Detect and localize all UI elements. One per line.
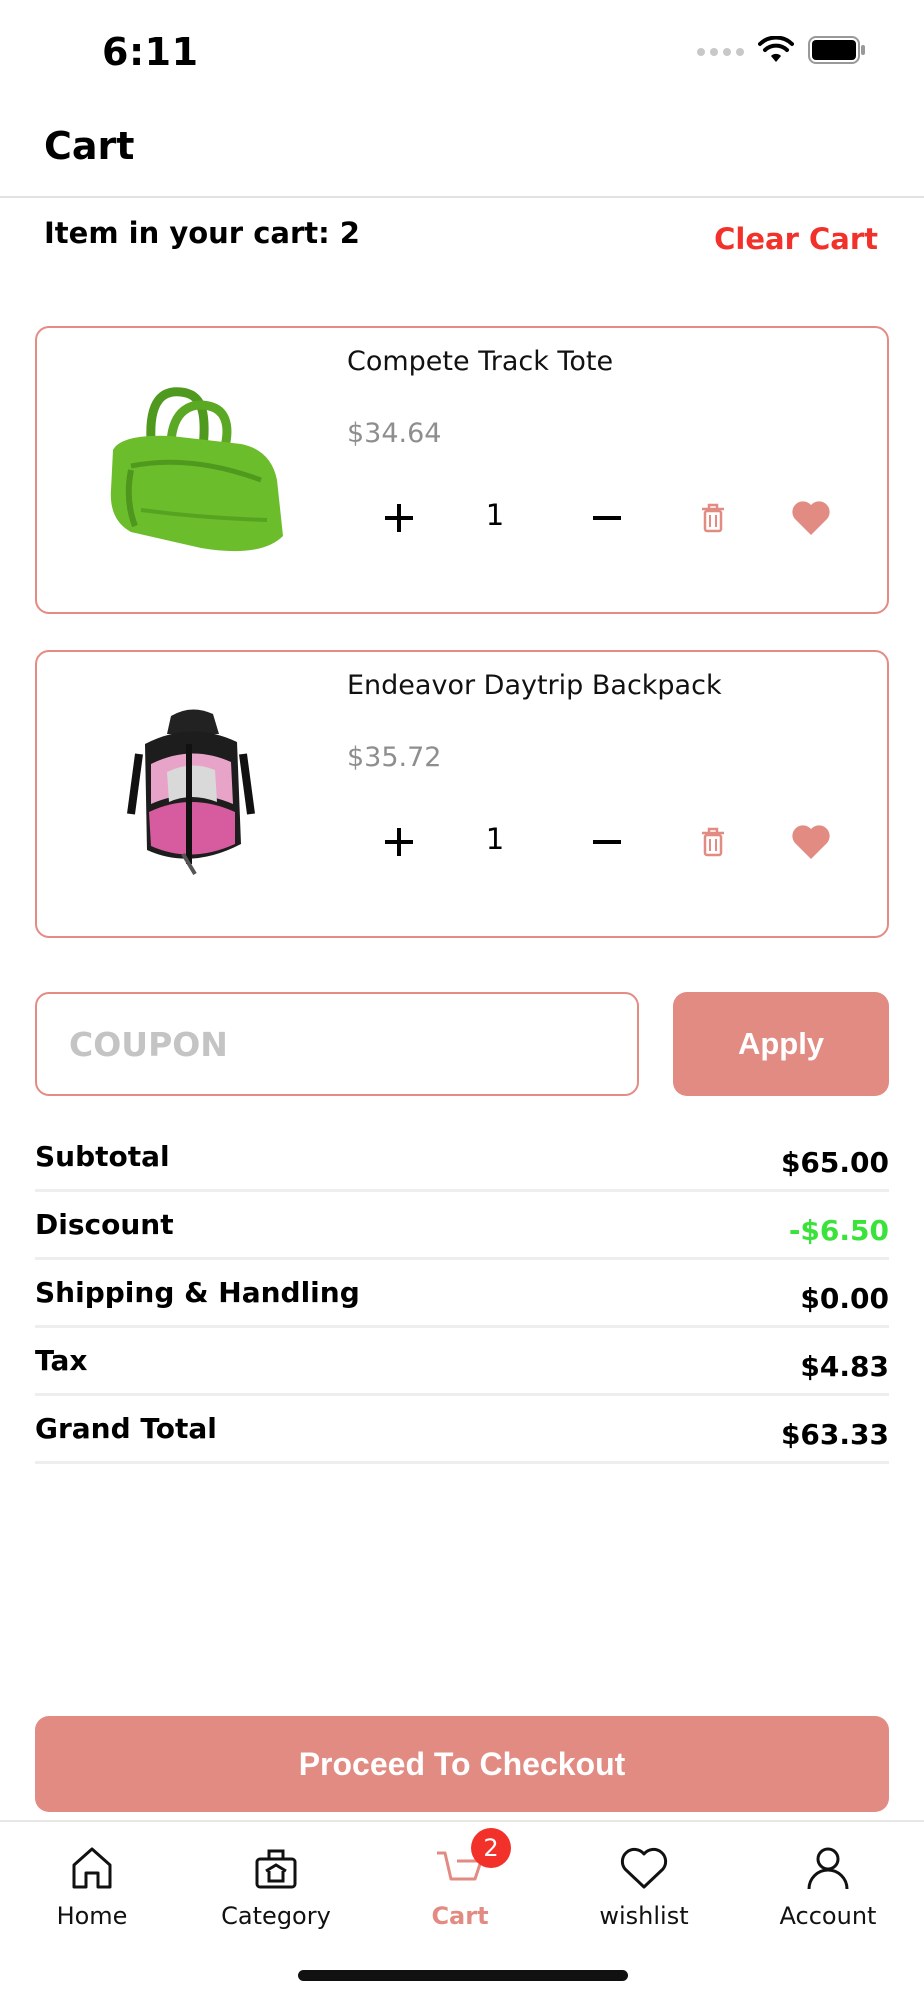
wifi-icon: [758, 35, 794, 68]
apply-coupon-button[interactable]: Apply: [673, 992, 889, 1096]
minus-icon: [593, 516, 621, 520]
decrease-quantity-button[interactable]: [585, 488, 629, 548]
summary-row-subtotal: Subtotal $65.00: [35, 1124, 889, 1192]
trash-icon: [702, 827, 724, 857]
increase-quantity-button[interactable]: [377, 812, 421, 872]
heart-filled-icon: [792, 825, 830, 859]
tab-label: Category: [221, 1902, 331, 1930]
add-to-wishlist-button[interactable]: [787, 494, 835, 542]
status-icons: [697, 35, 866, 68]
summary-label: Tax: [35, 1344, 88, 1377]
coupon-input[interactable]: [35, 992, 639, 1096]
plus-icon: [385, 504, 413, 532]
clear-cart-button[interactable]: Clear Cart: [714, 222, 878, 256]
summary-value: $65.00: [780, 1146, 889, 1179]
cart-item: Endeavor Daytrip Backpack $35.72 1: [35, 650, 889, 938]
page-title: Cart: [44, 124, 135, 168]
quantity-stepper: 1: [347, 488, 867, 548]
product-image[interactable]: [71, 356, 311, 584]
status-time: 6:11: [102, 30, 199, 74]
user-icon: [805, 1842, 851, 1894]
add-to-wishlist-button[interactable]: [787, 818, 835, 866]
tab-label: wishlist: [599, 1902, 689, 1930]
tab-wishlist[interactable]: wishlist: [552, 1822, 736, 1942]
summary-label: Subtotal: [35, 1140, 170, 1173]
summary-row-tax: Tax $4.83: [35, 1328, 889, 1396]
cart-count-label: Item in your cart: 2: [44, 216, 360, 250]
home-icon: [69, 1842, 115, 1894]
increase-quantity-button[interactable]: [377, 488, 421, 548]
signal-icon: [697, 48, 744, 56]
product-name[interactable]: Compete Track Tote: [347, 346, 613, 377]
summary-label: Grand Total: [35, 1412, 217, 1445]
product-image[interactable]: [71, 680, 311, 908]
battery-icon: [808, 36, 866, 68]
heart-filled-icon: [792, 501, 830, 535]
cart-icon: 2: [435, 1828, 511, 1894]
delete-item-button[interactable]: [693, 498, 733, 538]
header: Cart: [0, 100, 924, 198]
product-price: $35.72: [347, 742, 442, 773]
cart-item: Compete Track Tote $34.64 1: [35, 326, 889, 614]
tab-home[interactable]: Home: [0, 1822, 184, 1942]
order-summary: Subtotal $65.00 Discount -$6.50 Shipping…: [35, 1124, 889, 1464]
tab-label: Home: [56, 1902, 128, 1930]
plus-icon: [385, 828, 413, 856]
product-price: $34.64: [347, 418, 442, 449]
quantity-value: 1: [485, 822, 505, 856]
quantity-value: 1: [485, 498, 505, 532]
delete-item-button[interactable]: [693, 822, 733, 862]
tab-label: Account: [779, 1902, 877, 1930]
quantity-stepper: 1: [347, 812, 867, 872]
home-indicator: [298, 1970, 628, 1981]
summary-value: $4.83: [800, 1350, 889, 1383]
summary-value: -$6.50: [788, 1214, 889, 1247]
proceed-to-checkout-button[interactable]: Proceed To Checkout: [35, 1716, 889, 1812]
cart-info-row: Item in your cart: 2 Clear Cart: [0, 212, 924, 262]
decrease-quantity-button[interactable]: [585, 812, 629, 872]
tab-cart[interactable]: 2 Cart: [368, 1822, 552, 1942]
status-bar: 6:11: [0, 0, 924, 100]
summary-label: Discount: [35, 1208, 174, 1241]
tab-label: Cart: [431, 1902, 489, 1930]
tab-account[interactable]: Account: [736, 1822, 920, 1942]
summary-row-shipping: Shipping & Handling $0.00: [35, 1260, 889, 1328]
summary-value: $63.33: [780, 1418, 889, 1451]
minus-icon: [593, 840, 621, 844]
summary-value: $0.00: [800, 1282, 889, 1315]
summary-row-discount: Discount -$6.50: [35, 1192, 889, 1260]
summary-row-grand-total: Grand Total $63.33: [35, 1396, 889, 1464]
summary-label: Shipping & Handling: [35, 1276, 360, 1309]
trash-icon: [702, 503, 724, 533]
cart-badge: 2: [471, 1828, 511, 1868]
tab-category[interactable]: Category: [184, 1822, 368, 1942]
category-icon: [253, 1842, 299, 1894]
product-name[interactable]: Endeavor Daytrip Backpack: [347, 670, 722, 701]
heart-icon: [619, 1842, 669, 1894]
